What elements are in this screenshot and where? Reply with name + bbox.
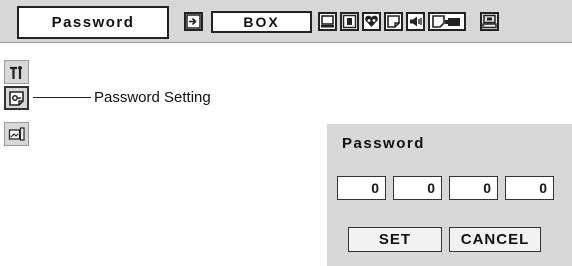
- menu-title: Password: [17, 6, 169, 39]
- password-digit-3[interactable]: 0: [449, 176, 498, 200]
- password-setting-label: Password Setting: [94, 89, 211, 106]
- password-digit-4[interactable]: 0: [505, 176, 554, 200]
- menu-bar: Password BOX: [0, 0, 572, 43]
- screen-icon[interactable]: [318, 12, 337, 31]
- dialog-title: Password: [342, 135, 425, 152]
- image-adjust-icon[interactable]: [362, 12, 381, 31]
- setting-tool-icon[interactable]: [4, 60, 29, 84]
- set-button[interactable]: SET: [348, 227, 442, 252]
- pc-adjust-icon[interactable]: [428, 12, 466, 31]
- setting-icon[interactable]: [480, 12, 499, 31]
- password-dialog: Password 0 0 0 0 SET CANCEL: [327, 124, 572, 266]
- password-digit-2[interactable]: 0: [393, 176, 442, 200]
- callout-line: [33, 97, 91, 98]
- password-digit-1[interactable]: 0: [337, 176, 386, 200]
- sound-icon[interactable]: [406, 12, 425, 31]
- display-settings-icon[interactable]: [384, 12, 403, 31]
- password-icon[interactable]: [4, 86, 29, 110]
- cancel-button[interactable]: CANCEL: [449, 227, 541, 252]
- input-icon[interactable]: [184, 12, 203, 31]
- image-select-icon[interactable]: [340, 12, 359, 31]
- input-source-field[interactable]: BOX: [211, 11, 312, 33]
- screen-image-icon[interactable]: [4, 122, 29, 146]
